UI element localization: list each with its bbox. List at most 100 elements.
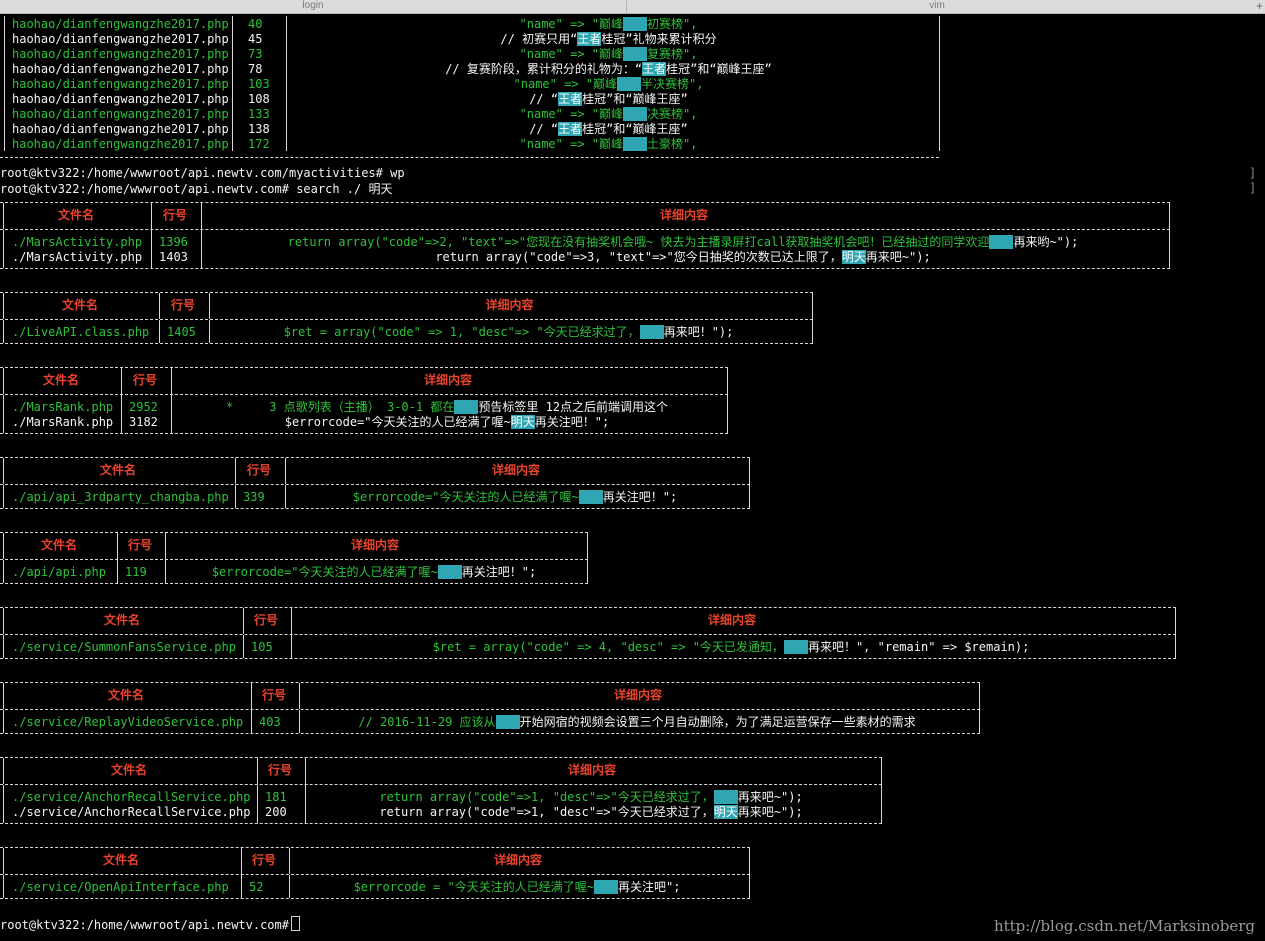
table-border bbox=[3, 710, 4, 733]
search-match-highlight: 王者 bbox=[623, 47, 648, 61]
code-text: 再来吧！", "remain" => $remain); bbox=[807, 640, 1030, 654]
code-text: return array("code"=>1, "desc"=>"今天已经求过了… bbox=[379, 805, 714, 819]
table-border bbox=[727, 368, 728, 394]
table-border bbox=[0, 874, 750, 875]
code-text: 再来吧~"); bbox=[865, 250, 931, 264]
table-border bbox=[939, 16, 940, 151]
result-detail: return array("code"=>1, "desc"=>"今天已经求过了… bbox=[308, 790, 874, 805]
result-filename: ./service/AnchorRecallService.php bbox=[12, 790, 251, 804]
result-detail: "name" => "巅峰王者土豪榜", bbox=[286, 137, 931, 152]
column-header-filename: 文件名 bbox=[40, 538, 77, 552]
table-border bbox=[881, 758, 882, 784]
code-text: return array("code"=>1, "desc"=>"今天已经求过了… bbox=[379, 790, 714, 804]
table-border bbox=[291, 635, 292, 658]
column-header-line: 行号 bbox=[246, 463, 271, 477]
result-filename: ./service/ReplayVideoService.php bbox=[12, 715, 244, 729]
terminal-output[interactable]: haohao/dianfengwangzhe2017.php 40 "name" =… bbox=[0, 14, 1265, 941]
table-border bbox=[3, 635, 4, 658]
column-header-filename: 文件名 bbox=[102, 853, 139, 867]
code-text: 再来哟~"); bbox=[1013, 235, 1079, 249]
result-detail: return array("code"=>2, "text"=>"您现在没有抽奖… bbox=[204, 235, 1162, 250]
code-text: // 初赛只用“ bbox=[500, 32, 578, 46]
table-border bbox=[0, 508, 750, 509]
table-border bbox=[0, 757, 882, 758]
text-cursor bbox=[290, 916, 300, 931]
table-border bbox=[587, 560, 588, 583]
search-match-highlight: 明天 bbox=[841, 250, 866, 264]
table-border bbox=[305, 785, 306, 823]
code-text: return array("code"=>3, "text"=>"您今日抽奖的次… bbox=[435, 250, 842, 264]
table-border bbox=[0, 457, 750, 458]
result-line-number: 200 bbox=[265, 805, 287, 819]
table-border bbox=[3, 785, 4, 823]
result-filename: ./MarsActivity.php bbox=[12, 250, 143, 264]
table-border bbox=[209, 320, 210, 343]
table-border bbox=[201, 230, 202, 268]
result-filename: ./MarsRank.php bbox=[12, 400, 114, 414]
result-filename: haohao/dianfengwangzhe2017.php bbox=[12, 137, 229, 151]
column-header-line: 行号 bbox=[251, 853, 276, 867]
result-filename: haohao/dianfengwangzhe2017.php bbox=[12, 92, 229, 106]
table-border bbox=[881, 785, 882, 823]
column-header-detail: 详细内容 bbox=[491, 463, 540, 477]
code-text: 桂冠”礼物来累计积分 bbox=[601, 32, 717, 46]
table-border bbox=[117, 560, 118, 583]
search-match-highlight: 明天 bbox=[783, 640, 808, 654]
tab-login[interactable]: login bbox=[0, 0, 627, 13]
result-detail: return array("code"=>3, "text"=>"您今日抽奖的次… bbox=[204, 250, 1162, 265]
code-text: // 复赛阶段，累计积分的礼物为：“ bbox=[445, 62, 643, 76]
table-border bbox=[1169, 230, 1170, 268]
code-text: 再关注吧！"; bbox=[461, 565, 537, 579]
code-text: 桂冠”和“巅峰王座” bbox=[582, 122, 688, 136]
table-border bbox=[749, 848, 750, 874]
table-border bbox=[0, 367, 728, 368]
shell-prompt[interactable]: root@ktv322:/home/wwwroot/api.newtv.com# bbox=[0, 916, 300, 932]
add-tab-icon[interactable]: + bbox=[1256, 0, 1263, 13]
code-text: 再关注吧！"; bbox=[602, 490, 678, 504]
table-border bbox=[0, 823, 882, 824]
table-border bbox=[0, 583, 588, 584]
column-header-detail: 详细内容 bbox=[613, 688, 662, 702]
column-header-filename: 文件名 bbox=[103, 613, 140, 627]
column-header-filename: 文件名 bbox=[99, 463, 136, 477]
column-header-detail: 详细内容 bbox=[350, 538, 399, 552]
column-header-detail: 详细内容 bbox=[485, 298, 534, 312]
table-border bbox=[0, 784, 882, 785]
tab-vim[interactable]: vim bbox=[627, 0, 1247, 13]
table-border bbox=[243, 635, 244, 658]
column-header-line: 行号 bbox=[127, 538, 152, 552]
search-match-highlight: 明天 bbox=[437, 565, 462, 579]
result-detail: return array("code"=>1, "desc"=>"今天已经求过了… bbox=[308, 805, 874, 820]
table-border bbox=[3, 230, 4, 268]
result-detail: // “王者桂冠”和“巅峰王座” bbox=[286, 92, 931, 107]
result-filename: haohao/dianfengwangzhe2017.php bbox=[12, 17, 229, 31]
result-line-number: 2952 bbox=[129, 400, 158, 414]
code-text: // “ bbox=[529, 92, 559, 106]
code-text: * 3 点歌列表（主播） 3-0-1 都在 bbox=[225, 400, 455, 414]
result-detail: // 2016-11-29 应该从明天开始网宿的视频会设置三个月自动删除，为了满… bbox=[302, 715, 972, 730]
table-border bbox=[0, 634, 1176, 635]
table-border bbox=[251, 710, 252, 733]
code-text: 再关注吧"; bbox=[617, 880, 681, 894]
result-filename: ./service/AnchorRecallService.php bbox=[12, 805, 251, 819]
table-border bbox=[0, 268, 1170, 269]
table-border bbox=[3, 320, 4, 343]
result-filename: haohao/dianfengwangzhe2017.php bbox=[12, 47, 229, 61]
result-line-number: 1396 bbox=[159, 235, 188, 249]
table-border bbox=[285, 485, 286, 508]
column-header-filename: 文件名 bbox=[61, 298, 98, 312]
code-text: 再来吧！"); bbox=[663, 325, 734, 339]
search-match-highlight: 王者 bbox=[617, 77, 642, 91]
search-match-highlight: 明天 bbox=[495, 715, 520, 729]
result-detail: "name" => "巅峰王者半决赛榜", bbox=[286, 77, 931, 92]
table-border bbox=[749, 875, 750, 898]
search-match-highlight: 王者 bbox=[642, 62, 667, 76]
result-line-number: 138 bbox=[248, 122, 270, 136]
table-border bbox=[0, 484, 750, 485]
result-detail: $ret = array("code" => 1, "desc"=> "今天已经… bbox=[212, 325, 805, 340]
code-text: "name" => "巅峰 bbox=[519, 137, 623, 151]
code-text: 再来吧~"); bbox=[737, 805, 803, 819]
table-border bbox=[0, 202, 1170, 203]
table-border bbox=[0, 157, 939, 158]
search-match-highlight: 王者 bbox=[623, 17, 648, 31]
